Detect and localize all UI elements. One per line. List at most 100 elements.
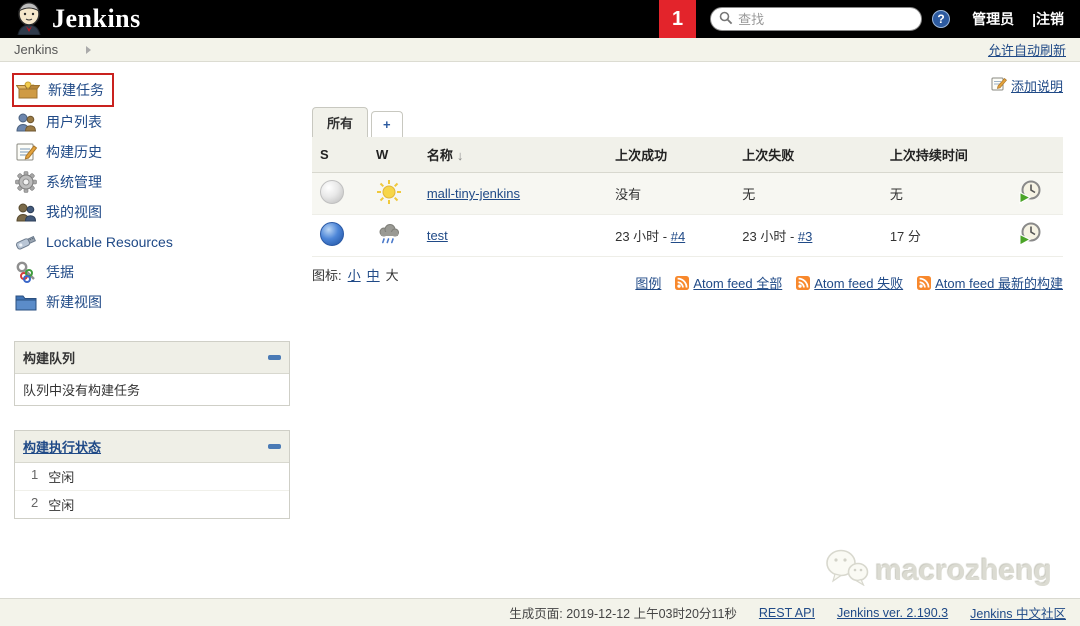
collapse-icon[interactable] — [268, 444, 281, 449]
wechat-icon — [825, 548, 869, 594]
sidebar-item-build-history[interactable]: 构建历史 — [14, 137, 312, 167]
breadcrumb: Jenkins 允许自动刷新 — [0, 38, 1080, 62]
executor-row: 1 空闲 — [15, 463, 289, 491]
sidebar-item-credentials[interactable]: 凭据 — [14, 257, 312, 287]
legend-link[interactable]: 图例 — [635, 273, 661, 292]
sidebar-item-label: 构建历史 — [46, 144, 102, 160]
jenkins-logo[interactable]: Jenkins — [14, 1, 141, 38]
rss-icon — [675, 275, 690, 290]
last-duration-value: 17 分 — [889, 229, 921, 244]
executor-status-text: 空闲 — [48, 470, 75, 485]
sidebar-item-label: 我的视图 — [46, 204, 102, 220]
sidebar-item-label: 用户列表 — [46, 114, 102, 130]
credentials-icon — [14, 260, 38, 284]
build-history-icon — [14, 140, 38, 164]
lockable-resources-icon — [14, 230, 38, 254]
icon-size-selector: 图标: 小 中 大 — [312, 265, 399, 284]
sidebar-item-label: 新建视图 — [46, 294, 102, 310]
schedule-build-icon[interactable] — [1017, 221, 1043, 247]
tab-all[interactable]: 所有 — [312, 107, 369, 137]
column-header-actions — [1009, 137, 1063, 173]
executor-status-panel: 构建执行状态 1 空闲 2 空闲 — [14, 430, 290, 519]
build-queue-title: 构建队列 — [23, 351, 76, 366]
job-link[interactable]: mall-tiny-jenkins — [427, 186, 520, 201]
my-views-icon — [14, 200, 38, 224]
atom-feed-all-link[interactable]: Atom feed 全部 — [693, 273, 782, 292]
executor-number: 2 — [31, 495, 39, 510]
executor-status-text: 空闲 — [48, 498, 75, 513]
rest-api-link[interactable]: REST API — [759, 606, 815, 620]
watermark-text: macrozheng — [875, 554, 1052, 587]
table-row: mall-tiny-jenkins 没有 无 无 — [312, 172, 1063, 215]
enable-auto-refresh-link[interactable]: 允许自动刷新 — [988, 40, 1066, 59]
icon-size-medium-link[interactable]: 中 — [367, 265, 380, 284]
build-queue-panel: 构建队列 队列中没有构建任务 — [14, 341, 290, 406]
executor-row: 2 空闲 — [15, 491, 289, 518]
column-header-status[interactable]: S — [312, 137, 368, 173]
logout-link[interactable]: |注销 — [1032, 9, 1064, 29]
sidebar-item-people[interactable]: 用户列表 — [14, 107, 312, 137]
column-header-last-success[interactable]: 上次成功 — [607, 137, 735, 173]
job-table: S W 名称 ↓ 上次成功 上次失败 上次持续时间 mall-tiny-jenk… — [312, 137, 1063, 257]
feed-links: 图例 Atom feed 全部 Atom feed 失败 Atom feed 最… — [635, 273, 1063, 292]
view-tabs: 所有 + — [312, 107, 1063, 137]
status-ball-not-built[interactable] — [320, 180, 344, 204]
job-link[interactable]: test — [427, 228, 448, 243]
executor-status-title[interactable]: 构建执行状态 — [23, 437, 101, 456]
column-header-last-duration[interactable]: 上次持续时间 — [881, 137, 1010, 173]
gear-icon — [14, 170, 38, 194]
last-failure-time: 23 小时 - — [742, 229, 798, 244]
sort-descending-icon: ↓ — [456, 148, 464, 163]
search-input[interactable] — [738, 11, 914, 27]
build-queue-header: 构建队列 — [15, 342, 289, 374]
breadcrumb-chevron-icon[interactable] — [86, 45, 92, 54]
sidebar-item-manage-jenkins[interactable]: 系统管理 — [14, 167, 312, 197]
people-icon — [14, 110, 38, 134]
watermark: macrozheng — [825, 548, 1052, 594]
atom-feed-failures-link[interactable]: Atom feed 失败 — [814, 273, 903, 292]
tab-new-view[interactable]: + — [371, 111, 403, 137]
sidebar-item-label: Lockable Resources — [46, 234, 173, 250]
weather-rainy-icon[interactable] — [376, 221, 402, 247]
search-icon — [719, 11, 733, 28]
search-box[interactable] — [710, 7, 923, 31]
icon-size-small-link[interactable]: 小 — [348, 265, 361, 284]
table-row: test 23 小时 - #4 23 小时 - #3 17 分 — [312, 214, 1063, 257]
top-header: Jenkins 1 ? 管理员 |注销 — [0, 0, 1080, 38]
column-header-name[interactable]: 名称 ↓ — [418, 137, 608, 173]
sidebar-item-my-views[interactable]: 我的视图 — [14, 197, 312, 227]
weather-sunny-icon[interactable] — [376, 179, 402, 205]
jenkins-version-link[interactable]: Jenkins ver. 2.190.3 — [837, 606, 948, 620]
build-link[interactable]: #3 — [798, 229, 812, 244]
build-queue-empty-text: 队列中没有构建任务 — [23, 383, 141, 398]
column-header-weather[interactable]: W — [367, 137, 419, 173]
search-help-icon[interactable]: ? — [932, 10, 951, 28]
icon-size-large-current: 大 — [385, 268, 399, 283]
page-footer: 生成页面: 2019-12-12 上午03时20分11秒 REST API Je… — [0, 598, 1080, 626]
column-header-last-failure[interactable]: 上次失败 — [734, 137, 882, 173]
add-description-link[interactable]: 添加说明 — [1011, 76, 1063, 95]
status-ball-success[interactable] — [320, 222, 344, 246]
executor-status-header: 构建执行状态 — [15, 431, 289, 463]
collapse-icon[interactable] — [268, 355, 281, 360]
executor-number: 1 — [31, 467, 39, 482]
schedule-build-icon[interactable] — [1017, 179, 1043, 205]
last-success-value: 没有 — [615, 187, 642, 202]
icon-size-label: 图标: — [312, 268, 342, 283]
last-success-time: 23 小时 - — [615, 229, 671, 244]
page-generated-timestamp: 生成页面: 2019-12-12 上午03时20分11秒 — [509, 607, 737, 621]
sidebar-item-label: 新建任务 — [48, 82, 104, 98]
admin-user-link[interactable]: 管理员 — [972, 9, 1014, 29]
jenkins-chinese-community-link[interactable]: Jenkins 中文社区 — [970, 603, 1066, 622]
annotation-step-badge: 1 — [659, 0, 697, 38]
sidebar-item-new-view[interactable]: 新建视图 — [14, 287, 312, 317]
build-link[interactable]: #4 — [671, 229, 685, 244]
sidebar-item-label: 凭据 — [46, 264, 74, 280]
sidebar-item-lockable-resources[interactable]: Lockable Resources — [14, 227, 312, 257]
last-failure-value: 无 — [742, 187, 756, 202]
sidebar-item-new-item[interactable]: 新建任务 — [12, 73, 114, 107]
new-view-icon — [14, 290, 38, 314]
content-area: 新建任务 用户列表 构建历史 系统管理 我的视图 Lockable Resour… — [0, 62, 1080, 519]
atom-feed-latest-link[interactable]: Atom feed 最新的构建 — [935, 273, 1063, 292]
breadcrumb-root[interactable]: Jenkins — [14, 42, 58, 57]
